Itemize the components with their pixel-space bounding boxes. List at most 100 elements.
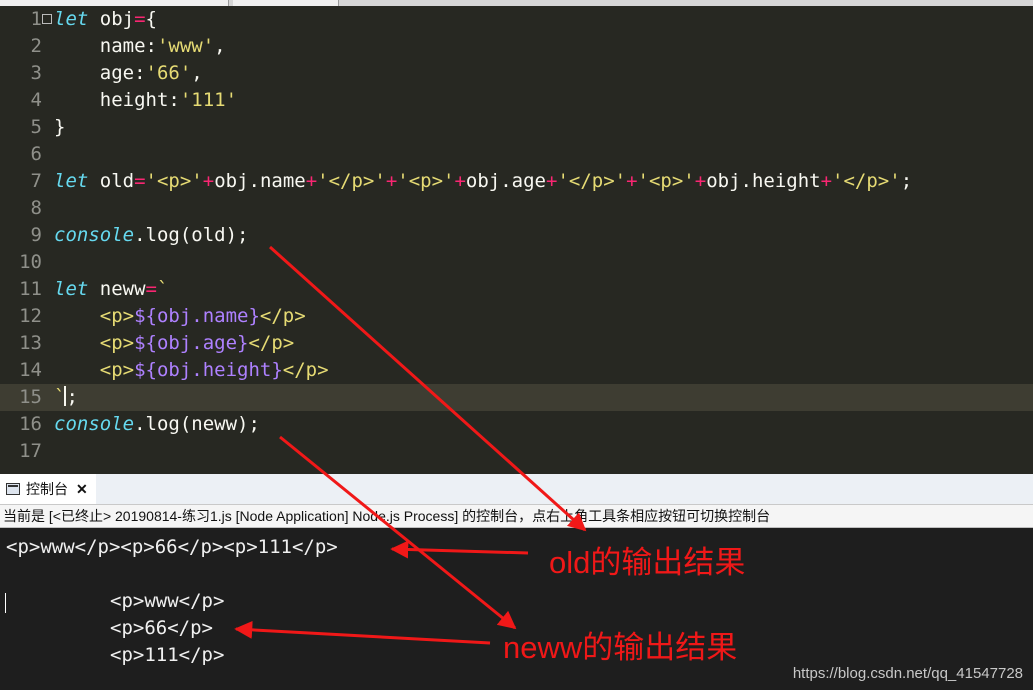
line-number: 2 [30, 35, 42, 57]
code-token: + [626, 170, 638, 192]
neww-output-line: <p>111</p> [110, 644, 225, 666]
code-token: let [54, 8, 89, 30]
code-token: <p> [54, 332, 135, 354]
code-token: + [694, 170, 707, 192]
code-token: obj [88, 8, 135, 30]
code-token: ${obj.age} [134, 332, 249, 354]
code-text: let obj={ [54, 6, 157, 33]
code-token: '</p>' [317, 170, 386, 192]
line-number: 17 [19, 440, 42, 462]
code-editor[interactable]: 1 let obj={2 name:'www', 3 age:'66', 4 heig… [0, 6, 1033, 474]
code-text: <p>${obj.name}</p> [54, 303, 306, 330]
fold-toggle-icon[interactable] [42, 14, 52, 24]
code-text: console.log(old); [54, 222, 248, 249]
code-line: 8 [0, 195, 1033, 222]
line-number: 16 [19, 413, 42, 435]
code-line: 10 [0, 249, 1033, 276]
console-window-icon [6, 483, 20, 495]
code-line: 1 let obj={ [0, 6, 1033, 33]
code-token: </p> [248, 332, 295, 354]
code-line: 6 [0, 141, 1033, 168]
code-line: 11 let neww=` [0, 276, 1033, 303]
code-text: `; [54, 384, 78, 411]
line-number: 12 [19, 305, 42, 327]
code-token: '<p>' [145, 170, 203, 192]
line-number: 8 [30, 197, 42, 219]
line-number: 10 [19, 251, 42, 273]
code-token: obj.height [706, 170, 821, 192]
code-token: age: [54, 62, 146, 84]
line-number: 5 [30, 116, 42, 138]
code-token: name: [54, 35, 157, 57]
text-cursor [5, 593, 6, 613]
line-number: 14 [19, 359, 42, 381]
code-token: <p> [54, 359, 135, 381]
console-tab[interactable]: 控制台 ✕ [0, 474, 96, 504]
line-number: 7 [30, 170, 42, 192]
neww-output-annotation: neww的输出结果 [503, 630, 738, 665]
code-line: 9 console.log(old); [0, 222, 1033, 249]
console-status-line: 当前是 [<已终止> 20190814-练习1.js [Node Applica… [0, 505, 1033, 528]
code-token: + [546, 170, 558, 192]
line-number: 9 [30, 224, 42, 246]
code-token: + [202, 170, 215, 192]
code-token: neww [88, 278, 146, 300]
code-line: 5} [0, 114, 1033, 141]
code-line: 15 `; [0, 384, 1033, 411]
neww-output-line: <p>www</p> [110, 590, 225, 612]
code-text: name:'www', [54, 33, 226, 60]
code-text: height:'111' [54, 87, 237, 114]
close-icon[interactable]: ✕ [76, 481, 88, 498]
code-token: '</p>' [832, 170, 901, 192]
console-tab-label: 控制台 [26, 481, 68, 497]
code-line: 17 [0, 438, 1033, 465]
code-line: 12 <p>${obj.name}</p> [0, 303, 1033, 330]
line-number: 3 [30, 62, 42, 84]
code-token: } [54, 116, 66, 138]
code-token: let [54, 170, 89, 192]
code-token: = [134, 8, 146, 30]
code-token: obj.name [214, 170, 306, 192]
code-token: + [385, 170, 398, 192]
neww-output-line: <p>66</p> [110, 617, 213, 639]
code-token: height: [54, 89, 180, 111]
code-token: 'www' [156, 35, 215, 57]
code-text: } [54, 114, 65, 141]
code-token: ${obj.name} [134, 305, 260, 327]
code-token: </p> [282, 359, 329, 381]
code-token: .log(neww); [134, 413, 260, 435]
code-text: let old='<p>'+obj.name+'</p>'+'<p>'+obj.… [54, 168, 912, 195]
old-output-line: <p>www</p><p>66</p><p>111</p> [6, 536, 338, 558]
code-token: + [305, 170, 318, 192]
code-line: 3 age:'66', [0, 60, 1033, 87]
code-line: 7 let old='<p>'+obj.name+'</p>'+'<p>'+obj… [0, 168, 1033, 195]
code-token: obj.age [465, 170, 546, 192]
code-line: 16 console.log(neww); [0, 411, 1033, 438]
code-token: ` [156, 278, 169, 300]
line-number: 13 [19, 332, 42, 354]
line-number: 4 [30, 89, 42, 111]
code-token: old [88, 170, 135, 192]
code-token: console [54, 413, 135, 435]
code-token: , [214, 35, 226, 57]
code-token: { [145, 8, 157, 30]
code-token: console [54, 224, 135, 246]
code-token: '</p>' [557, 170, 627, 192]
code-token: + [454, 170, 466, 192]
line-number: 15 [19, 386, 42, 408]
code-token: = [134, 170, 146, 192]
code-text: let neww=` [54, 276, 168, 303]
code-token: let [54, 278, 89, 300]
code-text: <p>${obj.height}</p> [54, 357, 329, 384]
code-text: console.log(neww); [54, 411, 260, 438]
code-line: 13 <p>${obj.age}</p> [0, 330, 1033, 357]
code-token: '111' [179, 89, 238, 111]
code-token: <p> [54, 305, 135, 327]
watermark: https://blog.csdn.net/qq_41547728 [792, 665, 1023, 682]
code-line: 4 height:'111' [0, 87, 1033, 114]
code-line: 2 name:'www', [0, 33, 1033, 60]
code-token: </p> [259, 305, 306, 327]
code-text: age:'66', [54, 60, 203, 87]
code-token: .log(old); [134, 224, 249, 246]
old-output-annotation: old的输出结果 [549, 545, 746, 580]
